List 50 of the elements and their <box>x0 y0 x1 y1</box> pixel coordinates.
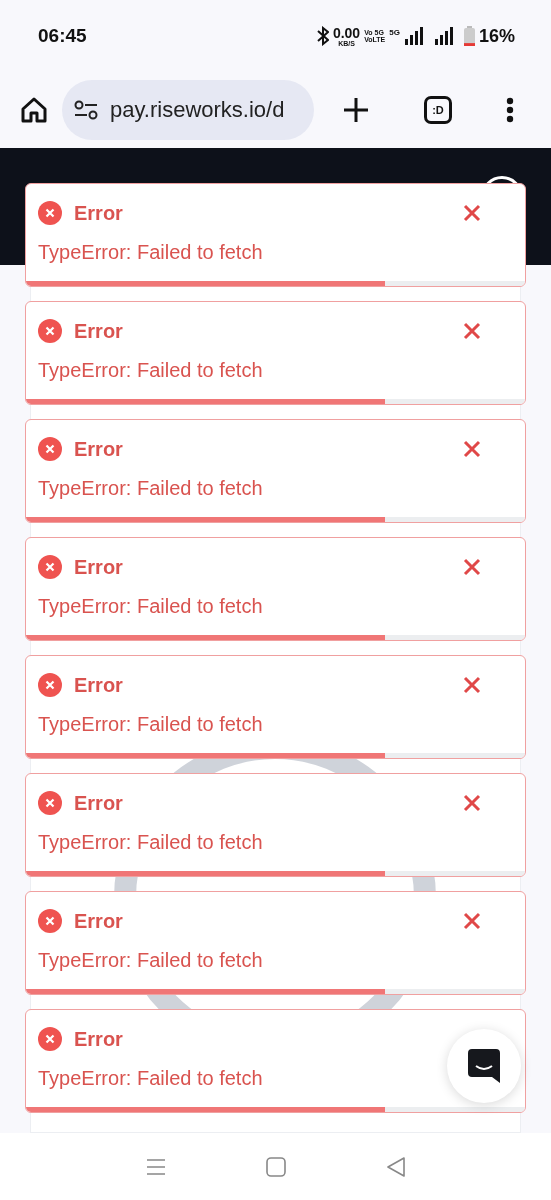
address-bar[interactable]: pay.riseworks.io/d <box>62 80 314 140</box>
signal-icon <box>433 27 454 45</box>
url-text: pay.riseworks.io/d <box>110 97 285 123</box>
toast-title: Error <box>74 1027 123 1051</box>
network-speed: 0.00 <box>332 25 361 40</box>
site-settings-icon[interactable] <box>74 100 98 120</box>
back-icon[interactable] <box>385 1156 406 1177</box>
close-icon[interactable] <box>463 204 481 222</box>
home-icon[interactable] <box>20 96 48 124</box>
close-icon[interactable] <box>463 558 481 576</box>
toast-message: TypeError: Failed to fetch <box>38 1067 263 1090</box>
tab-switcher[interactable]: :D <box>424 96 452 124</box>
new-tab-icon[interactable] <box>342 96 370 124</box>
signal-icon <box>403 27 424 45</box>
close-icon[interactable] <box>463 676 481 694</box>
error-icon <box>38 319 62 343</box>
toast-message: TypeError: Failed to fetch <box>38 359 263 382</box>
toast-message: TypeError: Failed to fetch <box>38 241 263 264</box>
network-type: 5G <box>389 27 400 37</box>
error-icon <box>38 673 62 697</box>
error-icon <box>38 437 62 461</box>
chat-icon <box>468 1049 500 1083</box>
close-icon[interactable] <box>463 440 481 458</box>
close-icon[interactable] <box>463 794 481 812</box>
error-icon <box>38 201 62 225</box>
error-icon <box>38 1027 62 1051</box>
menu-icon[interactable] <box>506 97 514 123</box>
toast-title: Error <box>74 437 123 461</box>
toast-title: Error <box>74 555 123 579</box>
toast-message: TypeError: Failed to fetch <box>38 831 263 854</box>
bluetooth-icon <box>316 26 329 46</box>
battery-icon <box>463 26 475 46</box>
toast-message: TypeError: Failed to fetch <box>38 477 263 500</box>
toast-message: TypeError: Failed to fetch <box>38 949 263 972</box>
toast-title: Error <box>74 319 123 343</box>
error-icon <box>38 555 62 579</box>
error-icon <box>38 909 62 933</box>
toast-title: Error <box>74 673 123 697</box>
home-nav-icon[interactable] <box>265 1156 286 1177</box>
error-icon <box>38 791 62 815</box>
close-icon[interactable] <box>463 912 481 930</box>
recent-apps-icon[interactable] <box>145 1157 166 1176</box>
toast-title: Error <box>74 791 123 815</box>
close-icon[interactable] <box>463 322 481 340</box>
toast-title: Error <box>74 909 123 933</box>
battery-percent: 16% <box>478 25 515 47</box>
toast-message: TypeError: Failed to fetch <box>38 713 263 736</box>
toast-message: TypeError: Failed to fetch <box>38 595 263 618</box>
toast-title: Error <box>74 201 123 225</box>
clock-time: 06:45 <box>38 25 87 47</box>
